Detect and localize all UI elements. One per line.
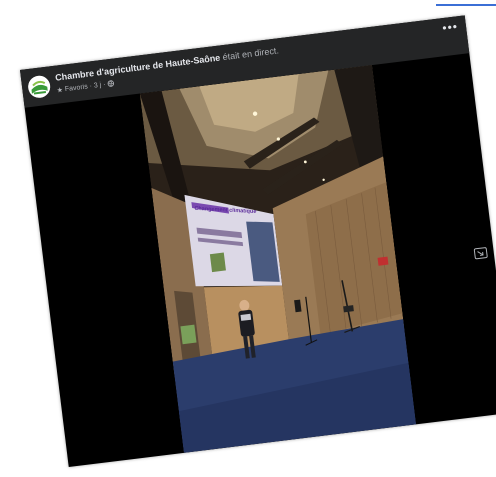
favorites-label[interactable]: Favoris [65,83,89,93]
star-icon: ★ [56,86,64,95]
live-video-post: Chambre d'agriculture de Haute-Saône éta… [20,15,496,468]
post-time[interactable]: 3 j [94,82,102,90]
expand-icon[interactable] [473,246,488,260]
post-action-text: était en direct. [222,45,280,63]
meta-separator: · [89,82,93,91]
corner-link-underline [436,0,496,6]
more-options-icon[interactable]: ••• [442,19,459,35]
post-meta: ★ Favoris · 3 j · [56,80,115,95]
meta-separator-2: · [102,81,106,89]
post-author[interactable]: Chambre d'agriculture de Haute-Saône éta… [55,45,280,82]
page-name-link[interactable]: Chambre d'agriculture de Haute-Saône [55,53,221,83]
globe-icon [107,80,115,88]
live-video-player[interactable]: Changement climatique [139,65,417,453]
chambre-agriculture-logo-icon[interactable] [26,74,52,100]
